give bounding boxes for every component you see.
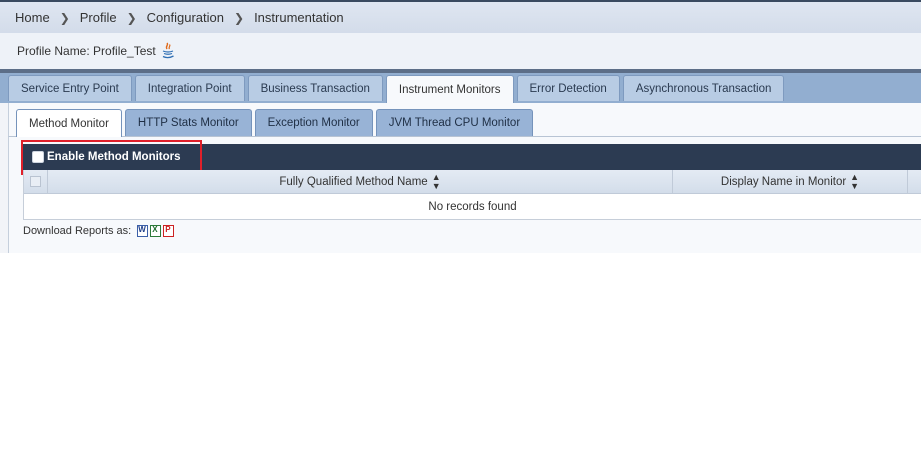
enable-method-monitors-checkbox[interactable] (32, 151, 44, 163)
tab-instrument-monitors[interactable]: Instrument Monitors (385, 75, 514, 103)
sort-icon[interactable]: ▲ ▼ (850, 172, 859, 191)
column-header-extra (908, 170, 921, 193)
profile-name-row: Profile Name: Profile_Test (0, 33, 921, 69)
sort-icon[interactable]: ▲ ▼ (432, 172, 441, 191)
select-all-header[interactable] (24, 170, 48, 193)
breadcrumb-profile[interactable]: Profile (80, 10, 117, 25)
method-monitor-table: Fully Qualified Method Name ▲ ▼ Display N… (23, 170, 921, 220)
tab-error-detection[interactable]: Error Detection (516, 75, 620, 101)
breadcrumb-configuration[interactable]: Configuration (147, 10, 224, 25)
panel-header: Enable Method Monitors (23, 144, 921, 170)
breadcrumb: Home ❯ Profile ❯ Configuration ❯ Instrum… (0, 2, 921, 33)
tab-business-transaction[interactable]: Business Transaction (247, 75, 383, 101)
empty-message: No records found (428, 201, 517, 213)
tab-integration-point[interactable]: Integration Point (134, 75, 245, 101)
tab-asynchronous-transaction[interactable]: Asynchronous Transaction (622, 75, 785, 101)
chevron-right-icon: ❯ (126, 10, 137, 25)
app-container: Home ❯ Profile ❯ Configuration ❯ Instrum… (0, 2, 921, 253)
select-all-checkbox[interactable] (30, 176, 41, 187)
breadcrumb-home[interactable]: Home (15, 10, 50, 25)
download-label: Download Reports as: (23, 225, 132, 237)
tab-method-monitor[interactable]: Method Monitor (16, 109, 122, 137)
sub-tab-bar: Method Monitor HTTP Stats Monitor Except… (8, 103, 921, 137)
main-tab-bar: Service Entry Point Integration Point Bu… (0, 73, 921, 103)
profile-name-label: Profile Name: Profile_Test (17, 44, 156, 58)
excel-icon[interactable] (150, 225, 162, 237)
column-label: Fully Qualified Method Name (279, 175, 428, 188)
method-monitor-panel: Enable Method Monitors Fully Qualified M… (8, 137, 921, 253)
java-icon (160, 42, 176, 60)
chevron-right-icon: ❯ (234, 10, 245, 25)
tab-http-stats-monitor[interactable]: HTTP Stats Monitor (124, 109, 252, 136)
download-reports: Download Reports as: (23, 225, 175, 237)
table-header: Fully Qualified Method Name ▲ ▼ Display N… (24, 170, 921, 194)
enable-method-monitors-label[interactable]: Enable Method Monitors (47, 151, 181, 163)
tab-exception-monitor[interactable]: Exception Monitor (254, 109, 373, 136)
chevron-right-icon: ❯ (59, 10, 70, 25)
word-icon[interactable] (137, 225, 149, 237)
tab-service-entry-point[interactable]: Service Entry Point (8, 75, 132, 101)
column-header-method-name[interactable]: Fully Qualified Method Name ▲ ▼ (48, 170, 673, 193)
column-header-display-name[interactable]: Display Name in Monitor ▲ ▼ (673, 170, 908, 193)
column-label: Display Name in Monitor (720, 175, 847, 188)
tab-jvm-thread-cpu-monitor[interactable]: JVM Thread CPU Monitor (375, 109, 534, 136)
breadcrumb-instrumentation: Instrumentation (254, 10, 344, 25)
pdf-icon[interactable] (163, 225, 175, 237)
